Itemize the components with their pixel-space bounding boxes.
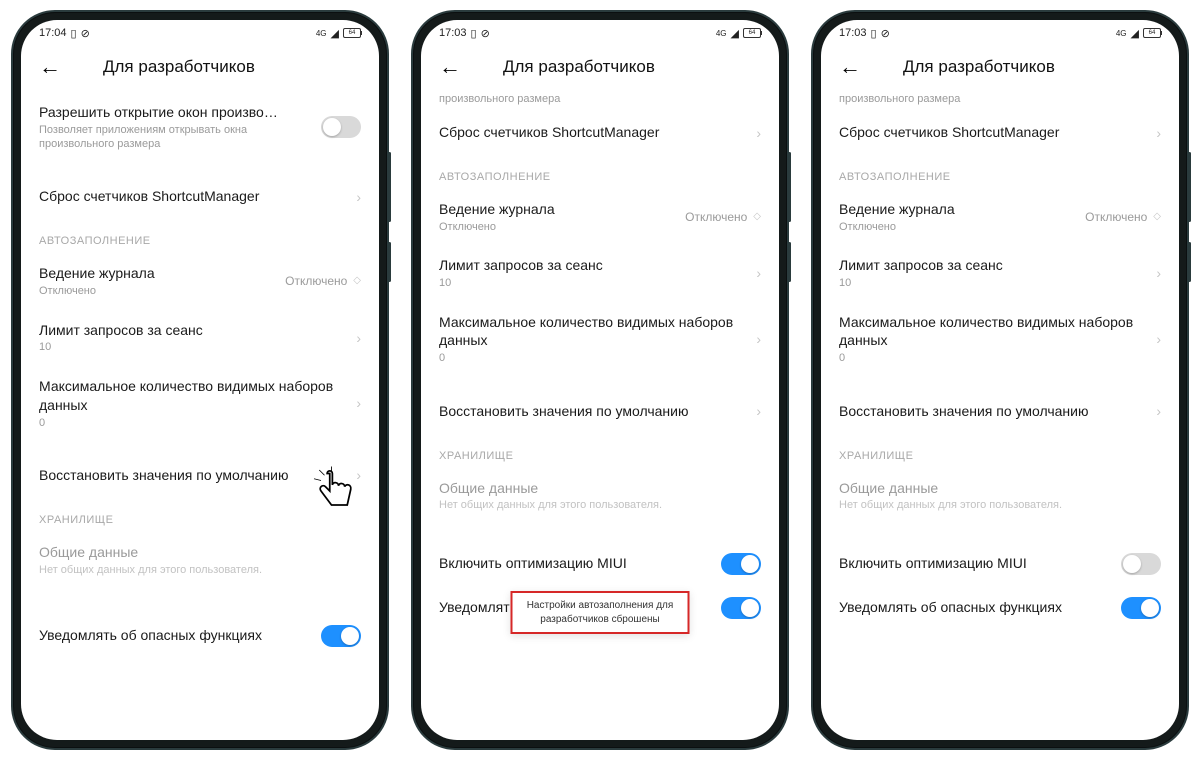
vibrate-icon: ▯ xyxy=(871,27,877,40)
alarm-icon: ⊘ xyxy=(81,27,90,40)
restore-defaults-row[interactable]: Восстановить значения по умолчанию › xyxy=(821,391,1179,432)
battery-icon: 64 xyxy=(343,28,361,38)
battery-icon: 64 xyxy=(1143,28,1161,38)
section-autofill: АВТОЗАПОЛНЕНИЕ xyxy=(821,153,1179,189)
updown-icon: ◇ xyxy=(1153,214,1161,220)
toggle-warn[interactable] xyxy=(1121,597,1161,619)
miui-optimization-row[interactable]: Включить оптимизацию MIUI xyxy=(421,542,779,586)
shared-data-row: Общие данные Нет общих данных для этого … xyxy=(21,532,379,588)
toggle-miui[interactable] xyxy=(1121,553,1161,575)
signal-icon: ◢ xyxy=(331,27,339,40)
max-datasets-row[interactable]: Максимальное количество видимых наборов … xyxy=(21,366,379,441)
max-datasets-row[interactable]: Максимальное количество видимых наборов … xyxy=(421,302,779,377)
request-limit-row[interactable]: Лимит запросов за сеанс 10 › xyxy=(821,245,1179,301)
reset-shortcut-manager-row[interactable]: Сброс счетчиков ShortcutManager › xyxy=(421,112,779,153)
max-datasets-row[interactable]: Максимальное количество видимых наборов … xyxy=(821,302,1179,377)
chevron-right-icon: › xyxy=(356,395,361,411)
chevron-right-icon: › xyxy=(1156,265,1161,281)
chevron-right-icon: › xyxy=(356,330,361,346)
toast-message: Настройки автозаполнения для разработчик… xyxy=(511,591,690,634)
allow-freeform-windows-row[interactable]: Разрешить открытие окон произво… Позволя… xyxy=(21,92,379,162)
net-icon: 4G xyxy=(316,29,327,38)
vibrate-icon: ▯ xyxy=(71,27,77,40)
back-button[interactable]: ← xyxy=(439,56,461,78)
chevron-right-icon: › xyxy=(756,403,761,419)
back-button[interactable]: ← xyxy=(839,56,861,78)
updown-icon: ◇ xyxy=(753,214,761,220)
warn-dangerous-row[interactable]: Уведомлять об опасных функциях xyxy=(821,586,1179,630)
logging-row[interactable]: Ведение журнала Отключено Отключено ◇ xyxy=(421,189,779,245)
toggle-warn[interactable] xyxy=(721,597,761,619)
status-bar: 17:04 ▯ ⊘ 4G ◢ 64 xyxy=(21,20,379,46)
updown-icon: ◇ xyxy=(353,278,361,284)
page-title: Для разработчиков xyxy=(903,57,1055,77)
restore-defaults-row[interactable]: Восстановить значения по умолчанию › xyxy=(421,391,779,432)
section-autofill: АВТОЗАПОЛНЕНИЕ xyxy=(421,153,779,189)
logging-row[interactable]: Ведение журнала Отключено Отключено ◇ xyxy=(821,189,1179,245)
row-sub: Позволяет приложениям открывать окна про… xyxy=(39,123,321,152)
alarm-icon: ⊘ xyxy=(881,27,890,40)
phone-2: 17:03 ▯ ⊘ 4G ◢ 64 ← Для разработчиков пр… xyxy=(411,10,789,750)
row-label: Разрешить открытие окон произво… xyxy=(39,103,321,122)
toggle-freeform[interactable] xyxy=(321,116,361,138)
logging-row[interactable]: Ведение журнала Отключено Отключено ◇ xyxy=(21,253,379,309)
page-title: Для разработчиков xyxy=(103,57,255,77)
net-icon: 4G xyxy=(716,29,727,38)
warn-dangerous-row[interactable]: Уведомлять об опасных функциях xyxy=(21,614,379,658)
signal-icon: ◢ xyxy=(1131,27,1139,40)
request-limit-row[interactable]: Лимит запросов за сеанс 10 › xyxy=(421,245,779,301)
chevron-right-icon: › xyxy=(356,189,361,205)
chevron-right-icon: › xyxy=(756,331,761,347)
toggle-warn[interactable] xyxy=(321,625,361,647)
section-storage: ХРАНИЛИЩЕ xyxy=(821,432,1179,468)
phone-1: 17:04 ▯ ⊘ 4G ◢ 64 ← Для разработчиков Ра… xyxy=(11,10,389,750)
vibrate-icon: ▯ xyxy=(471,27,477,40)
signal-icon: ◢ xyxy=(731,27,739,40)
truncated-sub: произвольного размера xyxy=(421,92,779,112)
reset-shortcut-manager-row[interactable]: Сброс счетчиков ShortcutManager › xyxy=(21,176,379,217)
chevron-right-icon: › xyxy=(1156,125,1161,141)
toggle-miui[interactable] xyxy=(721,553,761,575)
clock: 17:04 xyxy=(39,27,67,39)
status-bar: 17:03 ▯ ⊘ 4G ◢ 64 xyxy=(421,20,779,46)
phone-3: 17:03 ▯ ⊘ 4G ◢ 64 ← Для разработчиков пр… xyxy=(811,10,1189,750)
chevron-right-icon: › xyxy=(1156,403,1161,419)
section-storage: ХРАНИЛИЩЕ xyxy=(21,496,379,532)
status-bar: 17:03 ▯ ⊘ 4G ◢ 64 xyxy=(821,20,1179,46)
section-storage: ХРАНИЛИЩЕ xyxy=(421,432,779,468)
chevron-right-icon: › xyxy=(356,467,361,483)
clock: 17:03 xyxy=(439,27,467,39)
truncated-sub: произвольного размера xyxy=(821,92,1179,112)
chevron-right-icon: › xyxy=(756,265,761,281)
net-icon: 4G xyxy=(1116,29,1127,38)
shared-data-row: Общие данные Нет общих данных для этого … xyxy=(821,468,1179,524)
restore-defaults-row[interactable]: Восстановить значения по умолчанию › xyxy=(21,455,379,496)
alarm-icon: ⊘ xyxy=(481,27,490,40)
reset-shortcut-manager-row[interactable]: Сброс счетчиков ShortcutManager › xyxy=(821,112,1179,153)
section-autofill: АВТОЗАПОЛНЕНИЕ xyxy=(21,217,379,253)
chevron-right-icon: › xyxy=(1156,331,1161,347)
battery-icon: 64 xyxy=(743,28,761,38)
miui-optimization-row[interactable]: Включить оптимизацию MIUI xyxy=(821,542,1179,586)
shared-data-row: Общие данные Нет общих данных для этого … xyxy=(421,468,779,524)
page-title: Для разработчиков xyxy=(503,57,655,77)
chevron-right-icon: › xyxy=(756,125,761,141)
request-limit-row[interactable]: Лимит запросов за сеанс 10 › xyxy=(21,310,379,366)
clock: 17:03 xyxy=(839,27,867,39)
back-button[interactable]: ← xyxy=(39,56,61,78)
